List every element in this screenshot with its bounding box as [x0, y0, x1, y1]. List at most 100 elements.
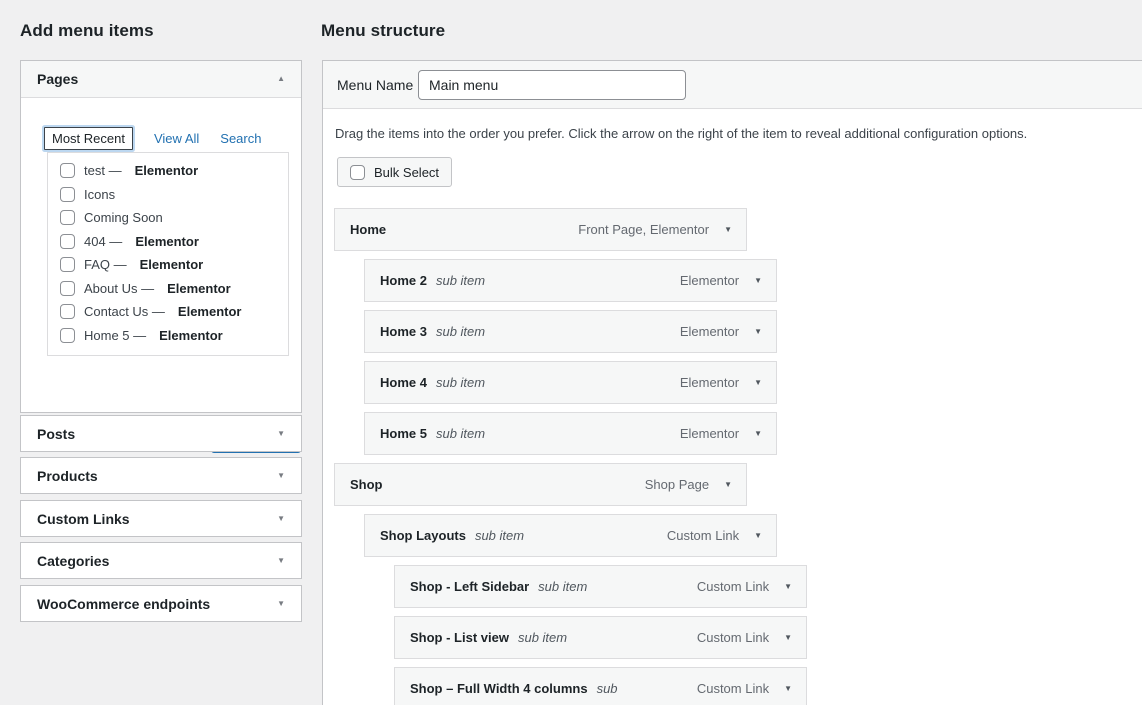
menu-item-title: Shop - Left Sidebar — [410, 579, 529, 594]
dropdown-arrow-icon[interactable]: ▼ — [784, 583, 792, 591]
page-item-label: test — — [84, 163, 122, 178]
tab-search[interactable]: Search — [220, 131, 261, 146]
accordion-posts-title: Posts — [37, 426, 75, 442]
menu-item-shop-layouts[interactable]: Shop Layouts sub item Custom Link ▼ — [364, 514, 777, 557]
dropdown-arrow-icon[interactable]: ▼ — [724, 226, 732, 234]
menu-item-type-label: Elementor — [680, 375, 739, 390]
checkbox[interactable] — [60, 257, 75, 272]
bulk-select-label: Bulk Select — [374, 165, 439, 180]
accordion-custom-links-title: Custom Links — [37, 511, 130, 527]
checkbox[interactable] — [60, 281, 75, 296]
menu-name-label: Menu Name — [337, 77, 413, 93]
bulk-select-toggle[interactable]: Bulk Select — [337, 157, 452, 187]
menu-item-title: Shop – Full Width 4 columns — [410, 681, 588, 696]
nav-menus-screen: Add menu items Menu structure Pages ▲ Mo… — [0, 0, 1142, 705]
dropdown-arrow-icon[interactable]: ▼ — [754, 328, 762, 336]
accordion-posts[interactable]: Posts ▼ — [20, 415, 302, 452]
menu-item-title: Home 5 — [380, 426, 427, 441]
page-checklist-item[interactable]: FAQ — Elementor — [48, 253, 288, 277]
menu-item-type-label: Elementor — [680, 273, 739, 288]
page-checklist-item[interactable]: Home 5 — Elementor — [48, 324, 288, 348]
menu-item-type-label: Custom Link — [697, 579, 769, 594]
tab-view-all[interactable]: View All — [154, 131, 199, 146]
page-item-label: Home 5 — — [84, 328, 146, 343]
accordion-woocommerce-endpoints[interactable]: WooCommerce endpoints ▼ — [20, 585, 302, 622]
menu-item-title: Home 4 — [380, 375, 427, 390]
collapse-triangle-icon[interactable]: ▲ — [277, 75, 285, 83]
menu-item-type-label: Custom Link — [667, 528, 739, 543]
dropdown-arrow-icon[interactable]: ▼ — [784, 685, 792, 693]
page-item-label: About Us — — [84, 281, 154, 296]
page-checklist-item[interactable]: 404 — Elementor — [48, 230, 288, 254]
page-item-label-bold: Elementor — [159, 328, 223, 343]
accordion-pages-title: Pages — [37, 71, 78, 87]
dropdown-arrow-icon[interactable]: ▼ — [784, 634, 792, 642]
page-item-label: Contact Us — — [84, 304, 165, 319]
expand-triangle-icon[interactable]: ▼ — [277, 557, 285, 565]
checkbox[interactable] — [60, 210, 75, 225]
page-checklist-item[interactable]: About Us —Elementor — [48, 277, 288, 301]
page-checklist-item[interactable]: test — Elementor — [48, 159, 288, 183]
dropdown-arrow-icon[interactable]: ▼ — [754, 430, 762, 438]
accordion-categories[interactable]: Categories ▼ — [20, 542, 302, 579]
checkbox[interactable] — [60, 234, 75, 249]
menu-item-title: Shop — [350, 477, 383, 492]
expand-triangle-icon[interactable]: ▼ — [277, 472, 285, 480]
menu-item-title: Shop - List view — [410, 630, 509, 645]
menu-item-home-4[interactable]: Home 4 sub item Elementor ▼ — [364, 361, 777, 404]
menu-item-shop-list-view[interactable]: Shop - List view sub item Custom Link ▼ — [394, 616, 807, 659]
menu-name-input[interactable] — [418, 70, 686, 100]
checkbox[interactable] — [60, 163, 75, 178]
checkbox[interactable] — [60, 187, 75, 202]
menu-item-home-3[interactable]: Home 3 sub item Elementor ▼ — [364, 310, 777, 353]
add-menu-items-heading: Add menu items — [20, 21, 154, 41]
menu-item-title: Shop Layouts — [380, 528, 466, 543]
page-item-label-bold: Elementor — [135, 163, 199, 178]
dropdown-arrow-icon[interactable]: ▼ — [724, 481, 732, 489]
page-item-label-bold: Elementor — [178, 304, 242, 319]
accordion-products[interactable]: Products ▼ — [20, 457, 302, 494]
expand-triangle-icon[interactable]: ▼ — [277, 515, 285, 523]
menu-item-sub-label: sub item — [475, 528, 524, 543]
menu-item-sub-label: sub item — [518, 630, 567, 645]
menu-item-sub-label: sub item — [436, 273, 485, 288]
accordion-products-title: Products — [37, 468, 98, 484]
menu-item-home[interactable]: Home Front Page, Elementor ▼ — [334, 208, 747, 251]
expand-triangle-icon[interactable]: ▼ — [277, 600, 285, 608]
menu-item-shop-left-sidebar[interactable]: Shop - Left Sidebar sub item Custom Link… — [394, 565, 807, 608]
menu-item-type-label: Shop Page — [645, 477, 709, 492]
accordion-custom-links[interactable]: Custom Links ▼ — [20, 500, 302, 537]
page-item-label: 404 — — [84, 234, 122, 249]
page-item-label: Icons — [84, 187, 115, 202]
page-item-label-bold: Elementor — [140, 257, 204, 272]
page-checklist-item[interactable]: Contact Us — Elementor — [48, 300, 288, 324]
page-checklist-item[interactable]: Coming Soon — [48, 206, 288, 230]
tab-most-recent[interactable]: Most Recent — [44, 127, 133, 150]
menu-item-sub-label: sub — [597, 681, 618, 696]
drag-instruction-text: Drag the items into the order you prefer… — [335, 126, 1027, 141]
page-checklist-item[interactable]: Icons — [48, 183, 288, 207]
page-item-label: FAQ — — [84, 257, 127, 272]
menu-item-home-2[interactable]: Home 2 sub item Elementor ▼ — [364, 259, 777, 302]
expand-triangle-icon[interactable]: ▼ — [277, 430, 285, 438]
dropdown-arrow-icon[interactable]: ▼ — [754, 379, 762, 387]
dropdown-arrow-icon[interactable]: ▼ — [754, 277, 762, 285]
menu-item-shop-full-width-4-columns[interactable]: Shop – Full Width 4 columns sub Custom L… — [394, 667, 807, 705]
menu-item-title: Home 2 — [380, 273, 427, 288]
menu-structure-heading: Menu structure — [321, 21, 445, 41]
checkbox[interactable] — [60, 304, 75, 319]
page-item-label-bold: Elementor — [135, 234, 199, 249]
menu-item-sub-label: sub item — [538, 579, 587, 594]
checkbox[interactable] — [60, 328, 75, 343]
dropdown-arrow-icon[interactable]: ▼ — [754, 532, 762, 540]
menu-item-type-label: Elementor — [680, 324, 739, 339]
accordion-categories-title: Categories — [37, 553, 109, 569]
checkbox[interactable] — [350, 165, 365, 180]
menu-item-shop[interactable]: Shop Shop Page ▼ — [334, 463, 747, 506]
menu-item-title: Home — [350, 222, 386, 237]
accordion-pages-header[interactable]: Pages ▲ — [21, 61, 301, 98]
menu-item-home-5[interactable]: Home 5 sub item Elementor ▼ — [364, 412, 777, 455]
menu-name-band: Menu Name — [323, 61, 1142, 109]
menu-item-title: Home 3 — [380, 324, 427, 339]
accordion-woocommerce-endpoints-title: WooCommerce endpoints — [37, 596, 210, 612]
